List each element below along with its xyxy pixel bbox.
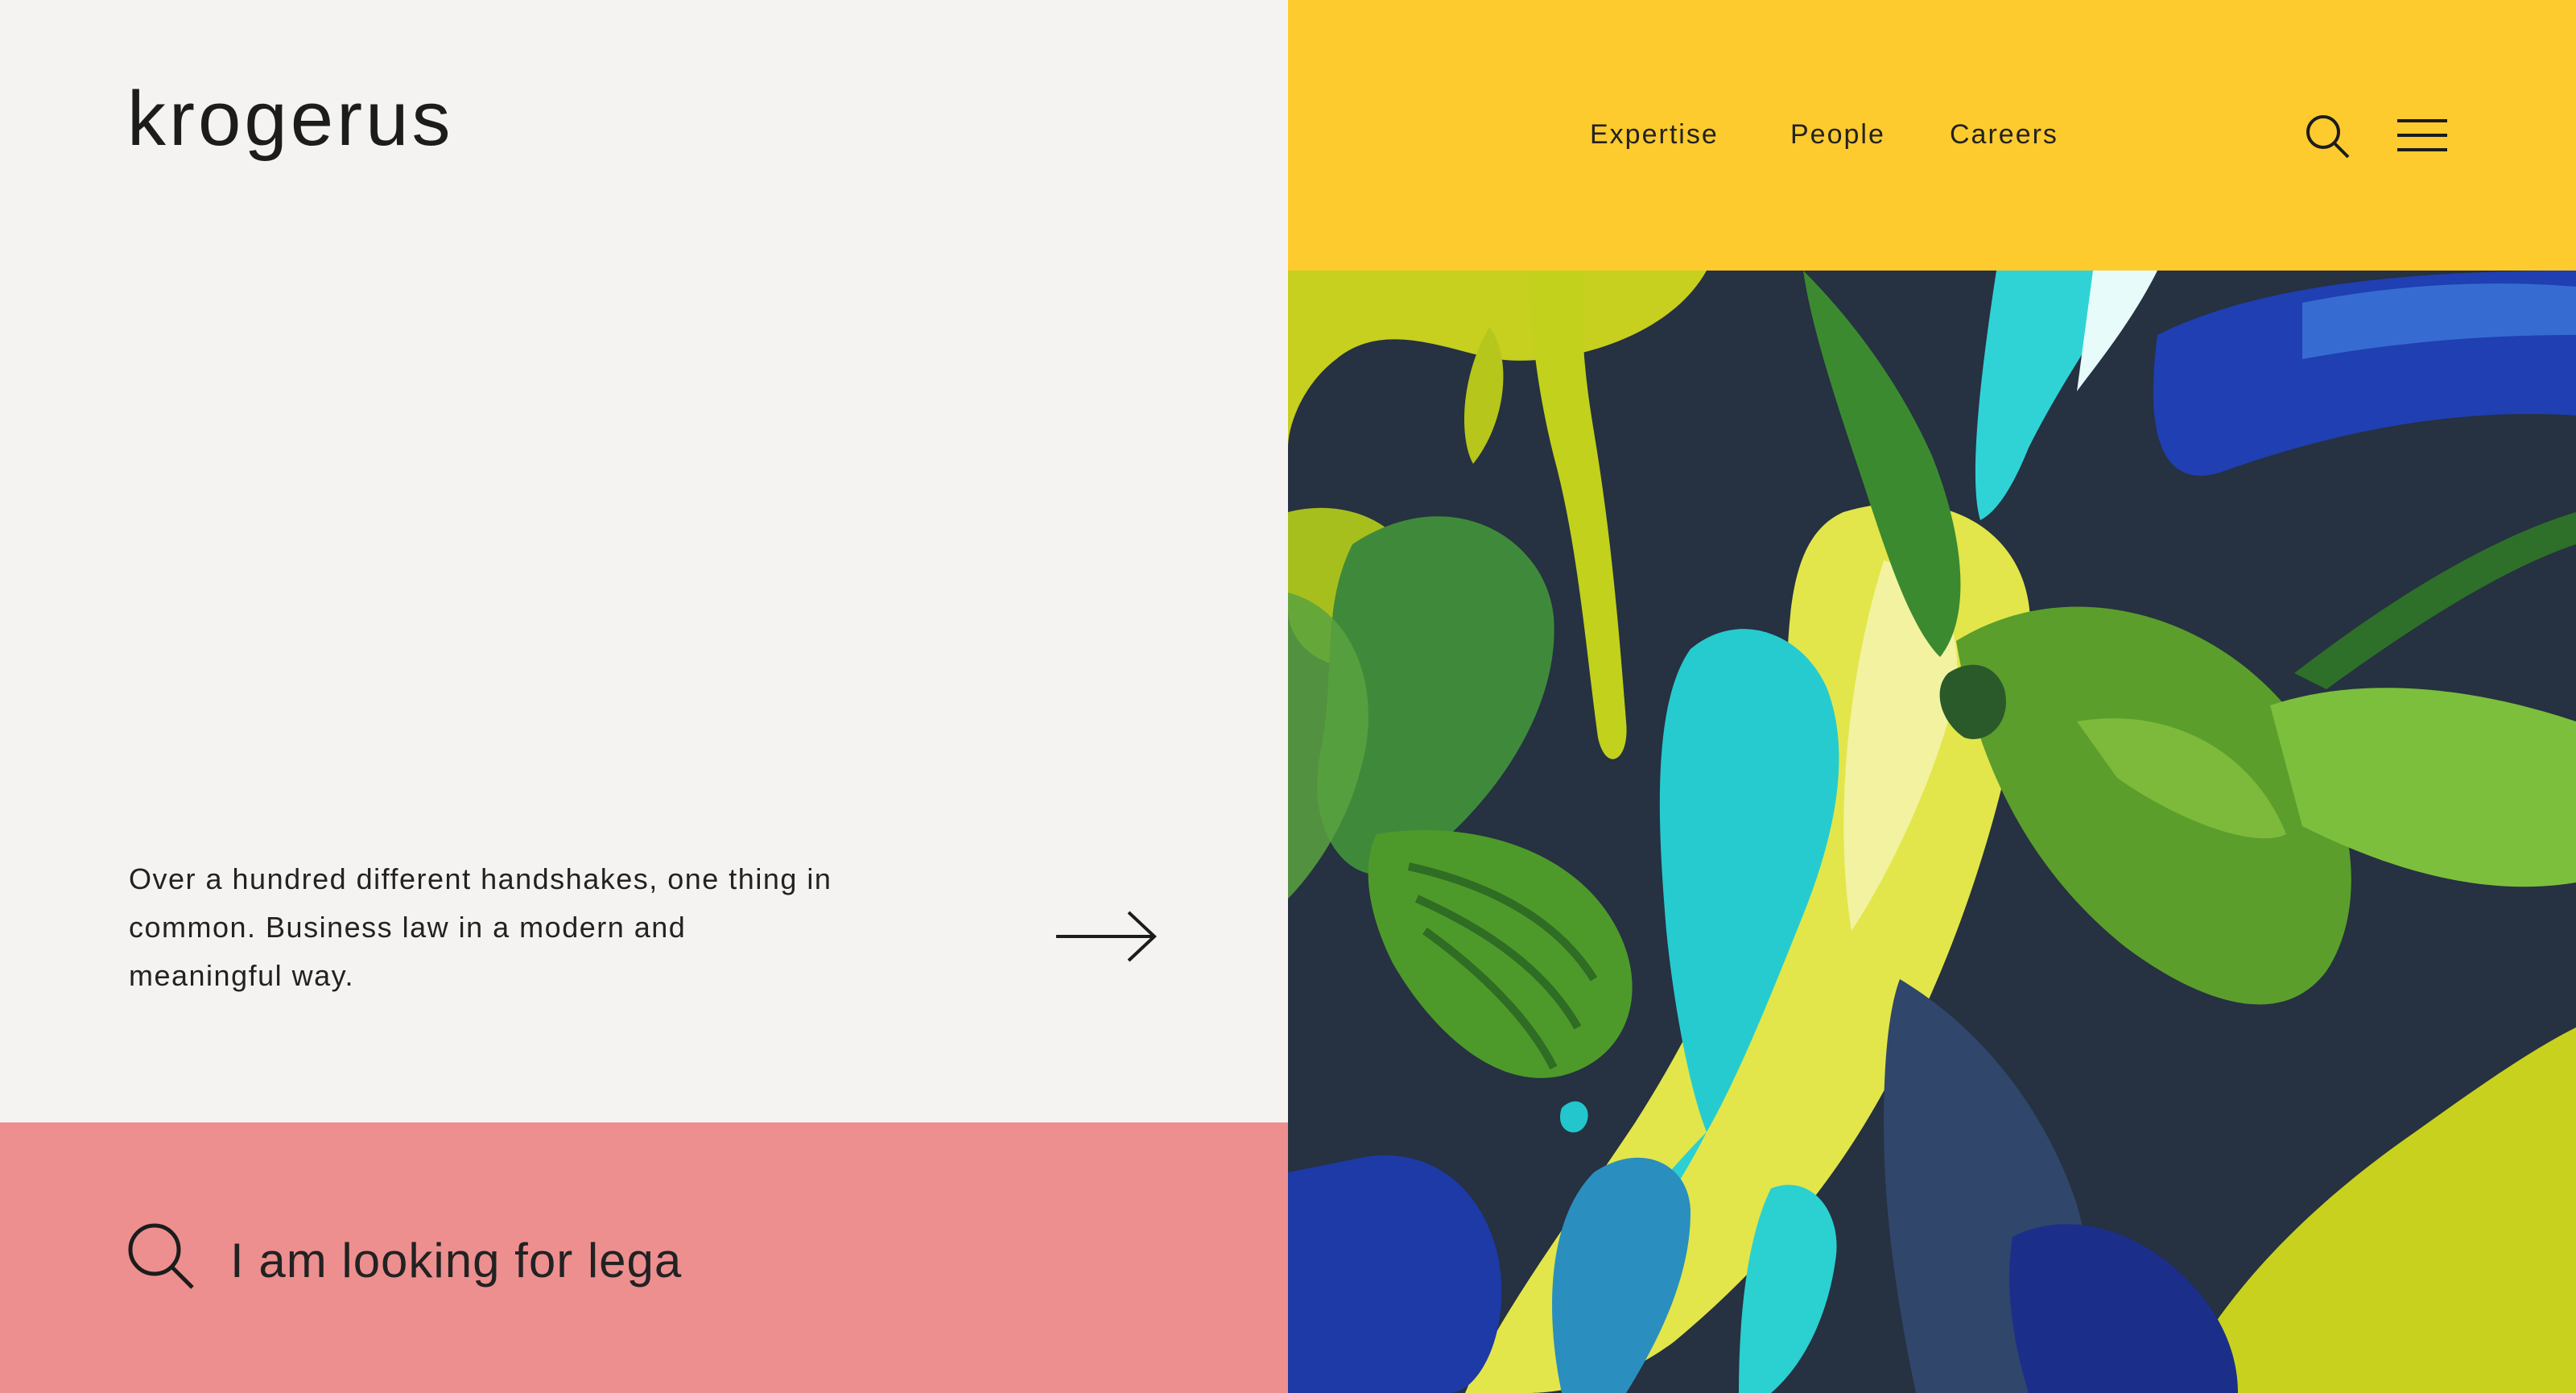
site-logo[interactable]: krogerus xyxy=(127,81,454,158)
hero-artwork-image xyxy=(1288,271,2576,1393)
nav-link-expertise[interactable]: Expertise xyxy=(1590,119,1719,151)
search-input[interactable] xyxy=(230,1224,1196,1296)
left-panel: krogerus Over a hundred different handsh… xyxy=(0,0,1288,1122)
nav-link-people[interactable]: People xyxy=(1790,119,1885,151)
abstract-painting-image xyxy=(1288,271,2576,1393)
menu-line xyxy=(2397,119,2447,122)
menu-line xyxy=(2397,134,2447,137)
menu-line xyxy=(2397,148,2447,151)
hero-intro-text: Over a hundred different handshakes, one… xyxy=(129,862,832,992)
site-header xyxy=(1288,0,2576,271)
search-icon xyxy=(128,1223,194,1289)
search-icon[interactable] xyxy=(2304,113,2351,159)
hamburger-menu-icon[interactable] xyxy=(2397,119,2447,151)
arrow-right-icon[interactable] xyxy=(1055,910,1159,963)
nav-link-careers[interactable]: Careers xyxy=(1950,119,2058,151)
